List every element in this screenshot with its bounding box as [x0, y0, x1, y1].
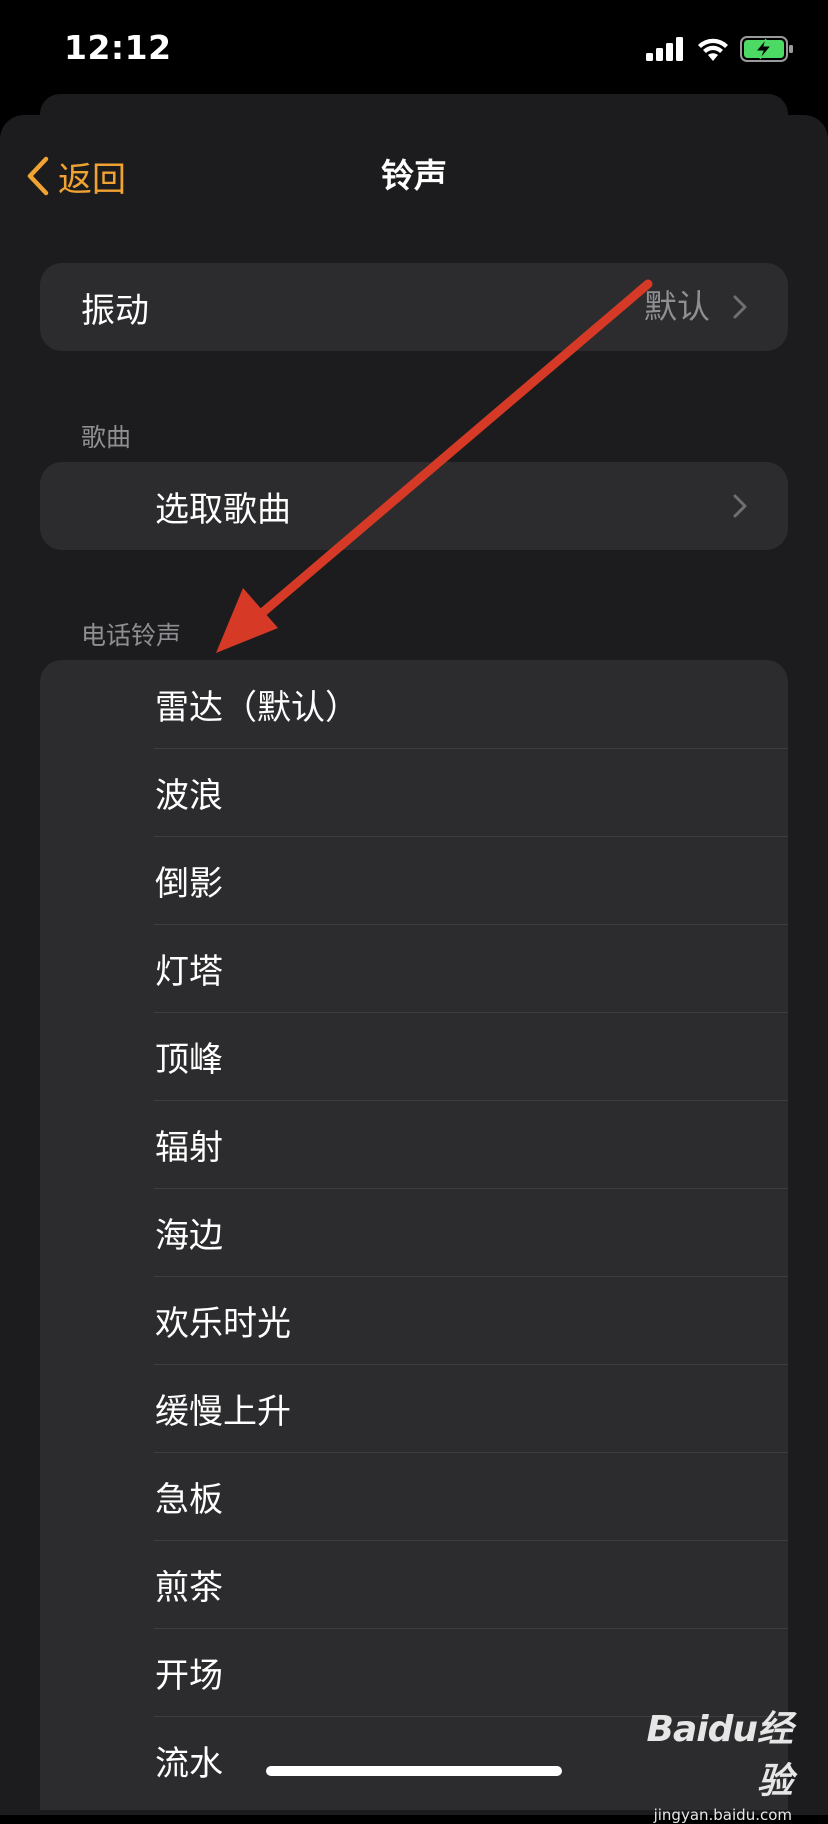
ringtone-label: 雷达（默认） — [155, 687, 359, 728]
watermark-logo: Baidu经验 — [646, 1709, 793, 1802]
list-item[interactable]: 辐射 — [40, 1100, 788, 1188]
vibration-value: 默认 — [644, 287, 710, 326]
list-item[interactable]: 倒影 — [40, 836, 788, 924]
ringtone-label: 缓慢上升 — [155, 1391, 291, 1432]
page-title: 铃声 — [381, 156, 447, 195]
ringtone-label: 流水 — [155, 1743, 223, 1784]
list-item[interactable]: 雷达（默认） — [40, 660, 788, 748]
cellular-signal-icon — [646, 37, 683, 61]
status-icons — [646, 34, 794, 64]
songs-section-header: 歌曲 — [81, 423, 132, 452]
watermark-url: jingyan.baidu.com — [653, 1806, 792, 1824]
ringtones-section-header: 电话铃声 — [81, 621, 182, 650]
vibration-label: 振动 — [81, 290, 149, 331]
status-bar: 12:12 — [0, 0, 828, 100]
ringtone-label: 顶峰 — [155, 1039, 223, 1080]
pick-song-row[interactable]: 选取歌曲 — [40, 462, 788, 550]
ringtone-label: 欢乐时光 — [155, 1303, 291, 1344]
battery-charging-icon — [740, 36, 793, 62]
ringtone-list: 雷达（默认） 波浪 倒影 灯塔 顶峰 辐射 海边 欢乐时光 缓慢上升 急板 煎茶… — [40, 660, 788, 1810]
ringtone-label: 急板 — [155, 1479, 223, 1520]
songs-group: 选取歌曲 — [40, 462, 788, 550]
watermark: Baidu经验 jingyan.baidu.com — [622, 1700, 793, 1824]
list-item[interactable]: 海边 — [40, 1188, 788, 1276]
ringtone-label: 海边 — [155, 1215, 223, 1256]
list-item[interactable]: 煎茶 — [40, 1540, 788, 1628]
vibration-row[interactable]: 振动 默认 — [40, 263, 788, 351]
pick-song-label: 选取歌曲 — [155, 489, 291, 530]
status-time: 12:12 — [64, 28, 172, 67]
list-item[interactable]: 顶峰 — [40, 1012, 788, 1100]
ringtone-label: 开场 — [155, 1655, 223, 1696]
ringtone-label: 倒影 — [155, 863, 223, 904]
list-item[interactable]: 波浪 — [40, 748, 788, 836]
chevron-right-icon — [733, 295, 747, 319]
vibration-group: 振动 默认 — [40, 263, 788, 351]
ringtone-label: 波浪 — [155, 775, 223, 816]
list-item[interactable]: 缓慢上升 — [40, 1364, 788, 1452]
chevron-right-icon — [733, 494, 747, 518]
ringtone-label: 灯塔 — [155, 951, 223, 992]
home-indicator[interactable] — [266, 1766, 562, 1776]
ringtone-label: 煎茶 — [155, 1567, 223, 1608]
wifi-icon — [698, 38, 728, 61]
list-item[interactable]: 灯塔 — [40, 924, 788, 1012]
list-item[interactable]: 欢乐时光 — [40, 1276, 788, 1364]
list-item[interactable]: 急板 — [40, 1452, 788, 1540]
ringtone-label: 辐射 — [155, 1127, 223, 1168]
